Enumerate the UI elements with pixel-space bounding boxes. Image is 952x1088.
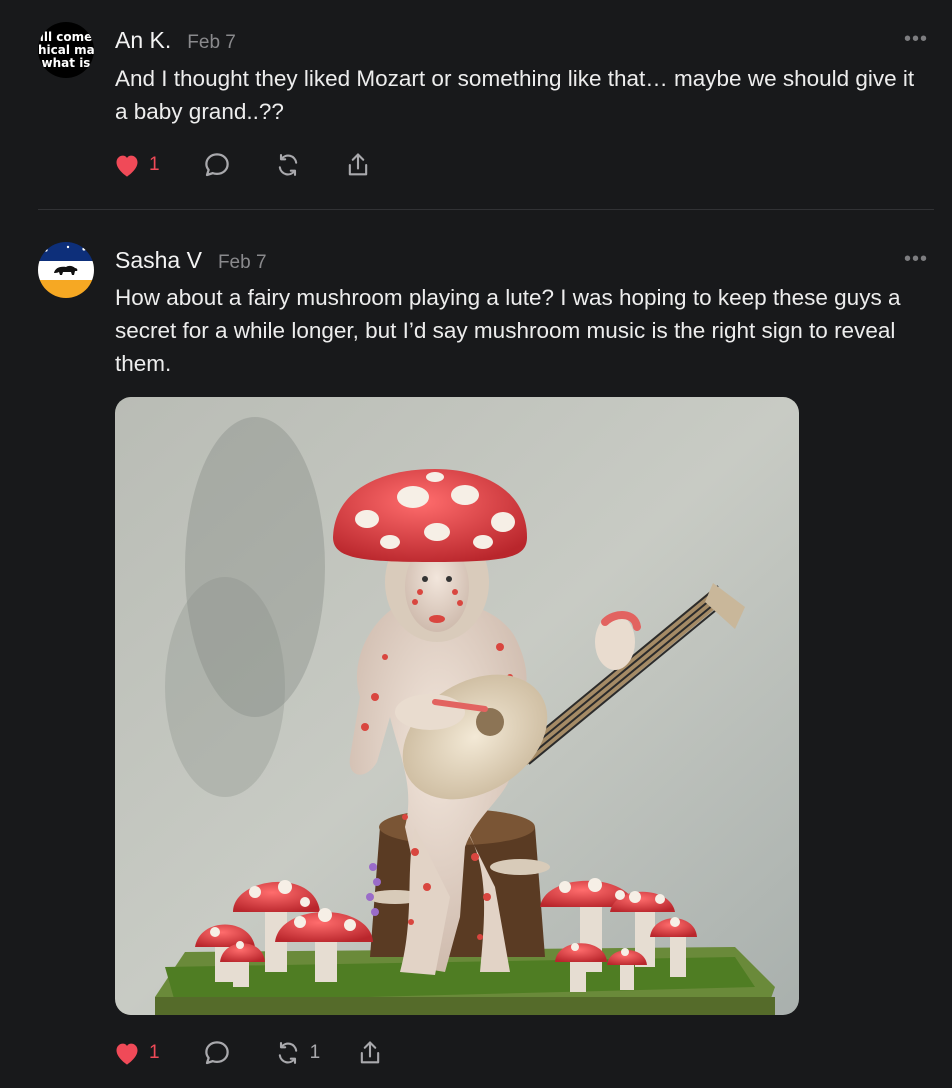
author-name[interactable]: Sasha V	[115, 247, 202, 274]
more-options-icon[interactable]: •••	[904, 249, 928, 269]
post-sasha-v: Sasha V Feb 7 ••• How about a fairy mush…	[0, 0, 952, 1088]
like-button[interactable]: 1	[113, 1040, 160, 1066]
share-button[interactable]	[356, 1039, 384, 1067]
flag-avatar-icon	[38, 242, 94, 298]
repost-button[interactable]: 1	[274, 1039, 321, 1067]
comment-icon	[204, 1041, 229, 1065]
post-date[interactable]: Feb 7	[218, 252, 267, 274]
avatar[interactable]	[38, 242, 94, 298]
post-text: How about a fairy mushroom playing a lut…	[115, 285, 901, 376]
post-image[interactable]	[115, 397, 799, 1015]
repost-icon	[278, 1042, 297, 1064]
share-icon	[360, 1041, 380, 1064]
heart-icon	[116, 1043, 138, 1065]
reply-button[interactable]	[202, 1038, 232, 1068]
like-count: 1	[149, 1042, 160, 1063]
mushroom-fairy-lute-image	[115, 397, 799, 1015]
repost-count: 1	[309, 1042, 321, 1063]
